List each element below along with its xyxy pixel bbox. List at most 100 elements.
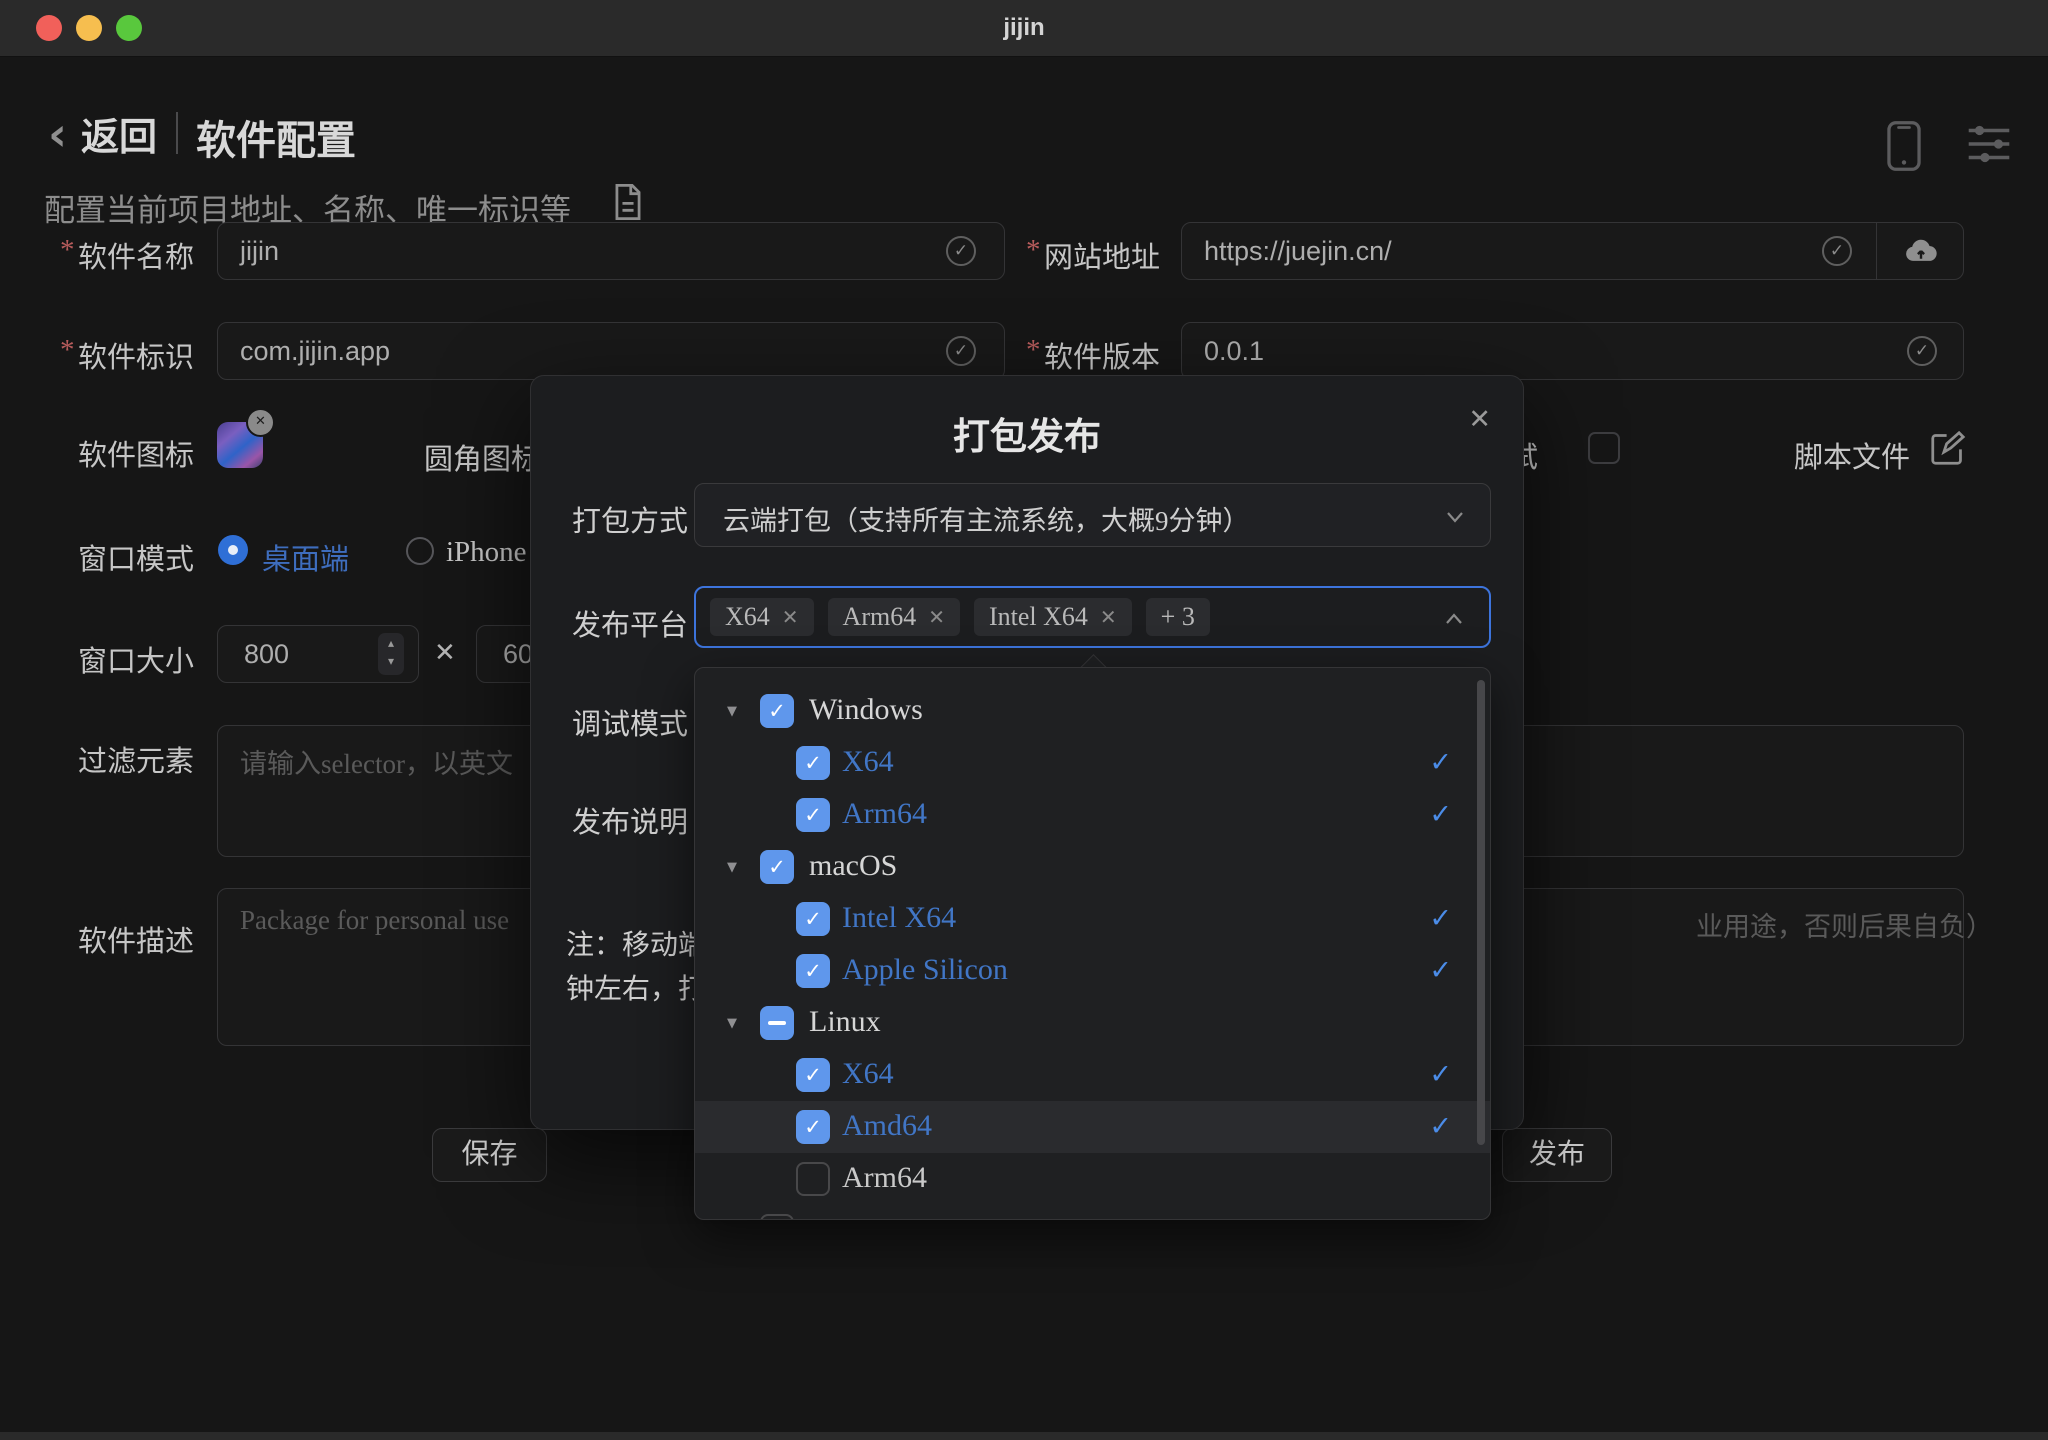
publish-button[interactable]: 发布 bbox=[1502, 1128, 1612, 1182]
description-label: 软件描述 bbox=[78, 918, 194, 960]
tree-row-partial[interactable] bbox=[695, 1205, 1490, 1220]
tree-row-linux-x64[interactable]: ✓ X64 ✓ bbox=[695, 1049, 1490, 1101]
valid-check-icon: ✓ bbox=[946, 336, 976, 366]
version-input[interactable]: 0.0.1 ✓ bbox=[1181, 322, 1964, 380]
window-mode-label: 窗口模式 bbox=[78, 536, 194, 578]
platform-tag-label: Arm64 bbox=[843, 602, 917, 632]
tree-row-linux-amd64[interactable]: ✓ Amd64 ✓ bbox=[695, 1101, 1490, 1153]
tree-label[interactable]: Linux bbox=[809, 1005, 881, 1039]
iphone-radio[interactable] bbox=[406, 537, 434, 565]
window-bottom-edge bbox=[0, 1432, 2048, 1440]
platform-tag[interactable]: Arm64 ✕ bbox=[828, 598, 960, 636]
save-button[interactable]: 保存 bbox=[432, 1128, 547, 1182]
cloud-upload-button[interactable] bbox=[1876, 222, 1964, 280]
release-notes-label: 发布说明 bbox=[572, 799, 688, 841]
titlebar: jijin bbox=[0, 0, 2048, 57]
checkbox-checked-icon[interactable]: ✓ bbox=[796, 1058, 830, 1092]
required-asterisk: * bbox=[60, 334, 75, 367]
width-stepper[interactable]: ▴ ▾ bbox=[378, 633, 404, 675]
platform-tag-label: X64 bbox=[725, 602, 770, 632]
tree-label[interactable]: Amd64 bbox=[842, 1109, 932, 1143]
remove-icon-badge[interactable]: ✕ bbox=[246, 408, 275, 437]
tree-label[interactable]: X64 bbox=[842, 745, 894, 779]
scrollbar-thumb[interactable] bbox=[1477, 680, 1485, 1145]
tree-row-macos-intel[interactable]: ✓ Intel X64 ✓ bbox=[695, 893, 1490, 945]
dialog-title: 打包发布 bbox=[531, 406, 1523, 460]
edit-script-icon[interactable] bbox=[1930, 430, 1966, 466]
debug-checkbox[interactable] bbox=[1588, 432, 1620, 464]
description-placeholder-right: 业用途，否则后果自负） bbox=[1696, 905, 1993, 944]
tag-remove-icon[interactable]: ✕ bbox=[782, 605, 799, 629]
platform-more-badge: + 3 bbox=[1146, 598, 1210, 636]
debug-mode-label: 调试模式 bbox=[572, 701, 688, 743]
filter-placeholder: 请输入selector，以英文 bbox=[240, 742, 513, 781]
desktop-radio[interactable] bbox=[218, 535, 248, 565]
back-button[interactable]: ‹ 返回 bbox=[48, 106, 157, 161]
filter-label: 过滤元素 bbox=[78, 738, 194, 780]
checkbox-checked-icon[interactable]: ✓ bbox=[796, 954, 830, 988]
description-placeholder-left: Package for personal use bbox=[240, 905, 509, 936]
checkbox-indeterminate-icon[interactable] bbox=[760, 1006, 794, 1040]
stepper-up-icon[interactable]: ▴ bbox=[378, 633, 404, 653]
required-asterisk: * bbox=[1026, 334, 1041, 367]
tree-label[interactable]: Arm64 bbox=[842, 797, 927, 831]
app-name-input[interactable]: jijin ✓ bbox=[217, 222, 1005, 280]
iphone-radio-label[interactable]: iPhone bbox=[446, 536, 527, 569]
platform-dropdown-panel: ▼ ✓ Windows ✓ X64 ✓ ✓ Arm64 ✓ ▼ ✓ macOS … bbox=[694, 667, 1491, 1220]
app-id-value: com.jijin.app bbox=[240, 336, 390, 367]
tree-label[interactable]: Apple Silicon bbox=[842, 953, 1008, 987]
tree-label[interactable]: Windows bbox=[809, 693, 923, 727]
tree-row-windows-arm64[interactable]: ✓ Arm64 ✓ bbox=[695, 789, 1490, 841]
caret-down-icon[interactable]: ▼ bbox=[727, 704, 737, 719]
desktop-radio-label[interactable]: 桌面端 bbox=[262, 536, 349, 578]
checkbox-checked-icon[interactable]: ✓ bbox=[796, 746, 830, 780]
platform-tag[interactable]: Intel X64 ✕ bbox=[974, 598, 1132, 636]
tree-row-windows-x64[interactable]: ✓ X64 ✓ bbox=[695, 737, 1490, 789]
chevron-down-icon bbox=[1442, 504, 1468, 530]
app-id-label: 软件标识 bbox=[78, 334, 194, 376]
checkbox-checked-icon[interactable]: ✓ bbox=[796, 798, 830, 832]
phone-preview-button[interactable] bbox=[1886, 120, 1922, 172]
tag-remove-icon[interactable]: ✕ bbox=[1100, 605, 1117, 629]
tree-row-macos[interactable]: ▼ ✓ macOS bbox=[695, 841, 1490, 893]
required-asterisk: * bbox=[1026, 234, 1041, 267]
platforms-multiselect[interactable]: X64 ✕ Arm64 ✕ Intel X64 ✕ + 3 bbox=[694, 586, 1491, 648]
checkbox-unchecked-icon[interactable] bbox=[796, 1162, 830, 1196]
script-file-label: 脚本文件 bbox=[1794, 434, 1910, 476]
checkbox-checked-icon[interactable]: ✓ bbox=[760, 850, 794, 884]
doc-icon[interactable] bbox=[612, 184, 644, 220]
tree-label[interactable]: X64 bbox=[842, 1057, 894, 1091]
platform-tag[interactable]: X64 ✕ bbox=[710, 598, 814, 636]
settings-sliders-icon[interactable] bbox=[1966, 122, 2012, 166]
site-url-label: 网站地址 bbox=[1044, 234, 1160, 276]
app-id-input[interactable]: com.jijin.app ✓ bbox=[217, 322, 1005, 380]
tree-row-macos-apple-silicon[interactable]: ✓ Apple Silicon ✓ bbox=[695, 945, 1490, 997]
stepper-down-icon[interactable]: ▾ bbox=[378, 653, 404, 669]
valid-check-icon: ✓ bbox=[946, 236, 976, 266]
dialog-close-icon[interactable]: ✕ bbox=[1468, 404, 1491, 435]
tree-label[interactable]: macOS bbox=[809, 849, 897, 883]
back-label: 返回 bbox=[81, 106, 157, 161]
caret-down-icon[interactable]: ▼ bbox=[727, 860, 737, 875]
package-publish-dialog: 打包发布 ✕ 打包方式 云端打包（支持所有主流系统，大概9分钟） 发布平台 X6… bbox=[530, 375, 1524, 1130]
caret-down-icon[interactable]: ▼ bbox=[727, 1016, 737, 1031]
version-label: 软件版本 bbox=[1044, 334, 1160, 376]
package-method-select[interactable]: 云端打包（支持所有主流系统，大概9分钟） bbox=[694, 483, 1491, 547]
tree-row-windows[interactable]: ▼ ✓ Windows bbox=[695, 685, 1490, 737]
rounded-icon-label: 圆角图标 bbox=[424, 436, 540, 478]
tree-label[interactable]: Intel X64 bbox=[842, 901, 956, 935]
valid-check-icon: ✓ bbox=[1907, 336, 1937, 366]
tree-label[interactable]: Arm64 bbox=[842, 1161, 927, 1195]
window-width-value: 800 bbox=[244, 639, 289, 670]
checkbox-checked-icon[interactable]: ✓ bbox=[760, 694, 794, 728]
checkbox-unchecked-icon[interactable] bbox=[760, 1214, 794, 1220]
checkbox-checked-icon[interactable]: ✓ bbox=[796, 902, 830, 936]
tree-row-linux-arm64[interactable]: Arm64 bbox=[695, 1153, 1490, 1205]
site-url-input[interactable]: https://juejin.cn/ ✓ bbox=[1181, 222, 1877, 280]
tree-row-linux[interactable]: ▼ Linux bbox=[695, 997, 1490, 1049]
checkbox-checked-icon[interactable]: ✓ bbox=[796, 1110, 830, 1144]
window-width-input[interactable]: 800 ▴ ▾ bbox=[217, 625, 419, 683]
tag-remove-icon[interactable]: ✕ bbox=[928, 605, 945, 629]
size-separator-icon: ✕ bbox=[434, 638, 456, 668]
selected-check-icon: ✓ bbox=[1429, 1059, 1452, 1090]
